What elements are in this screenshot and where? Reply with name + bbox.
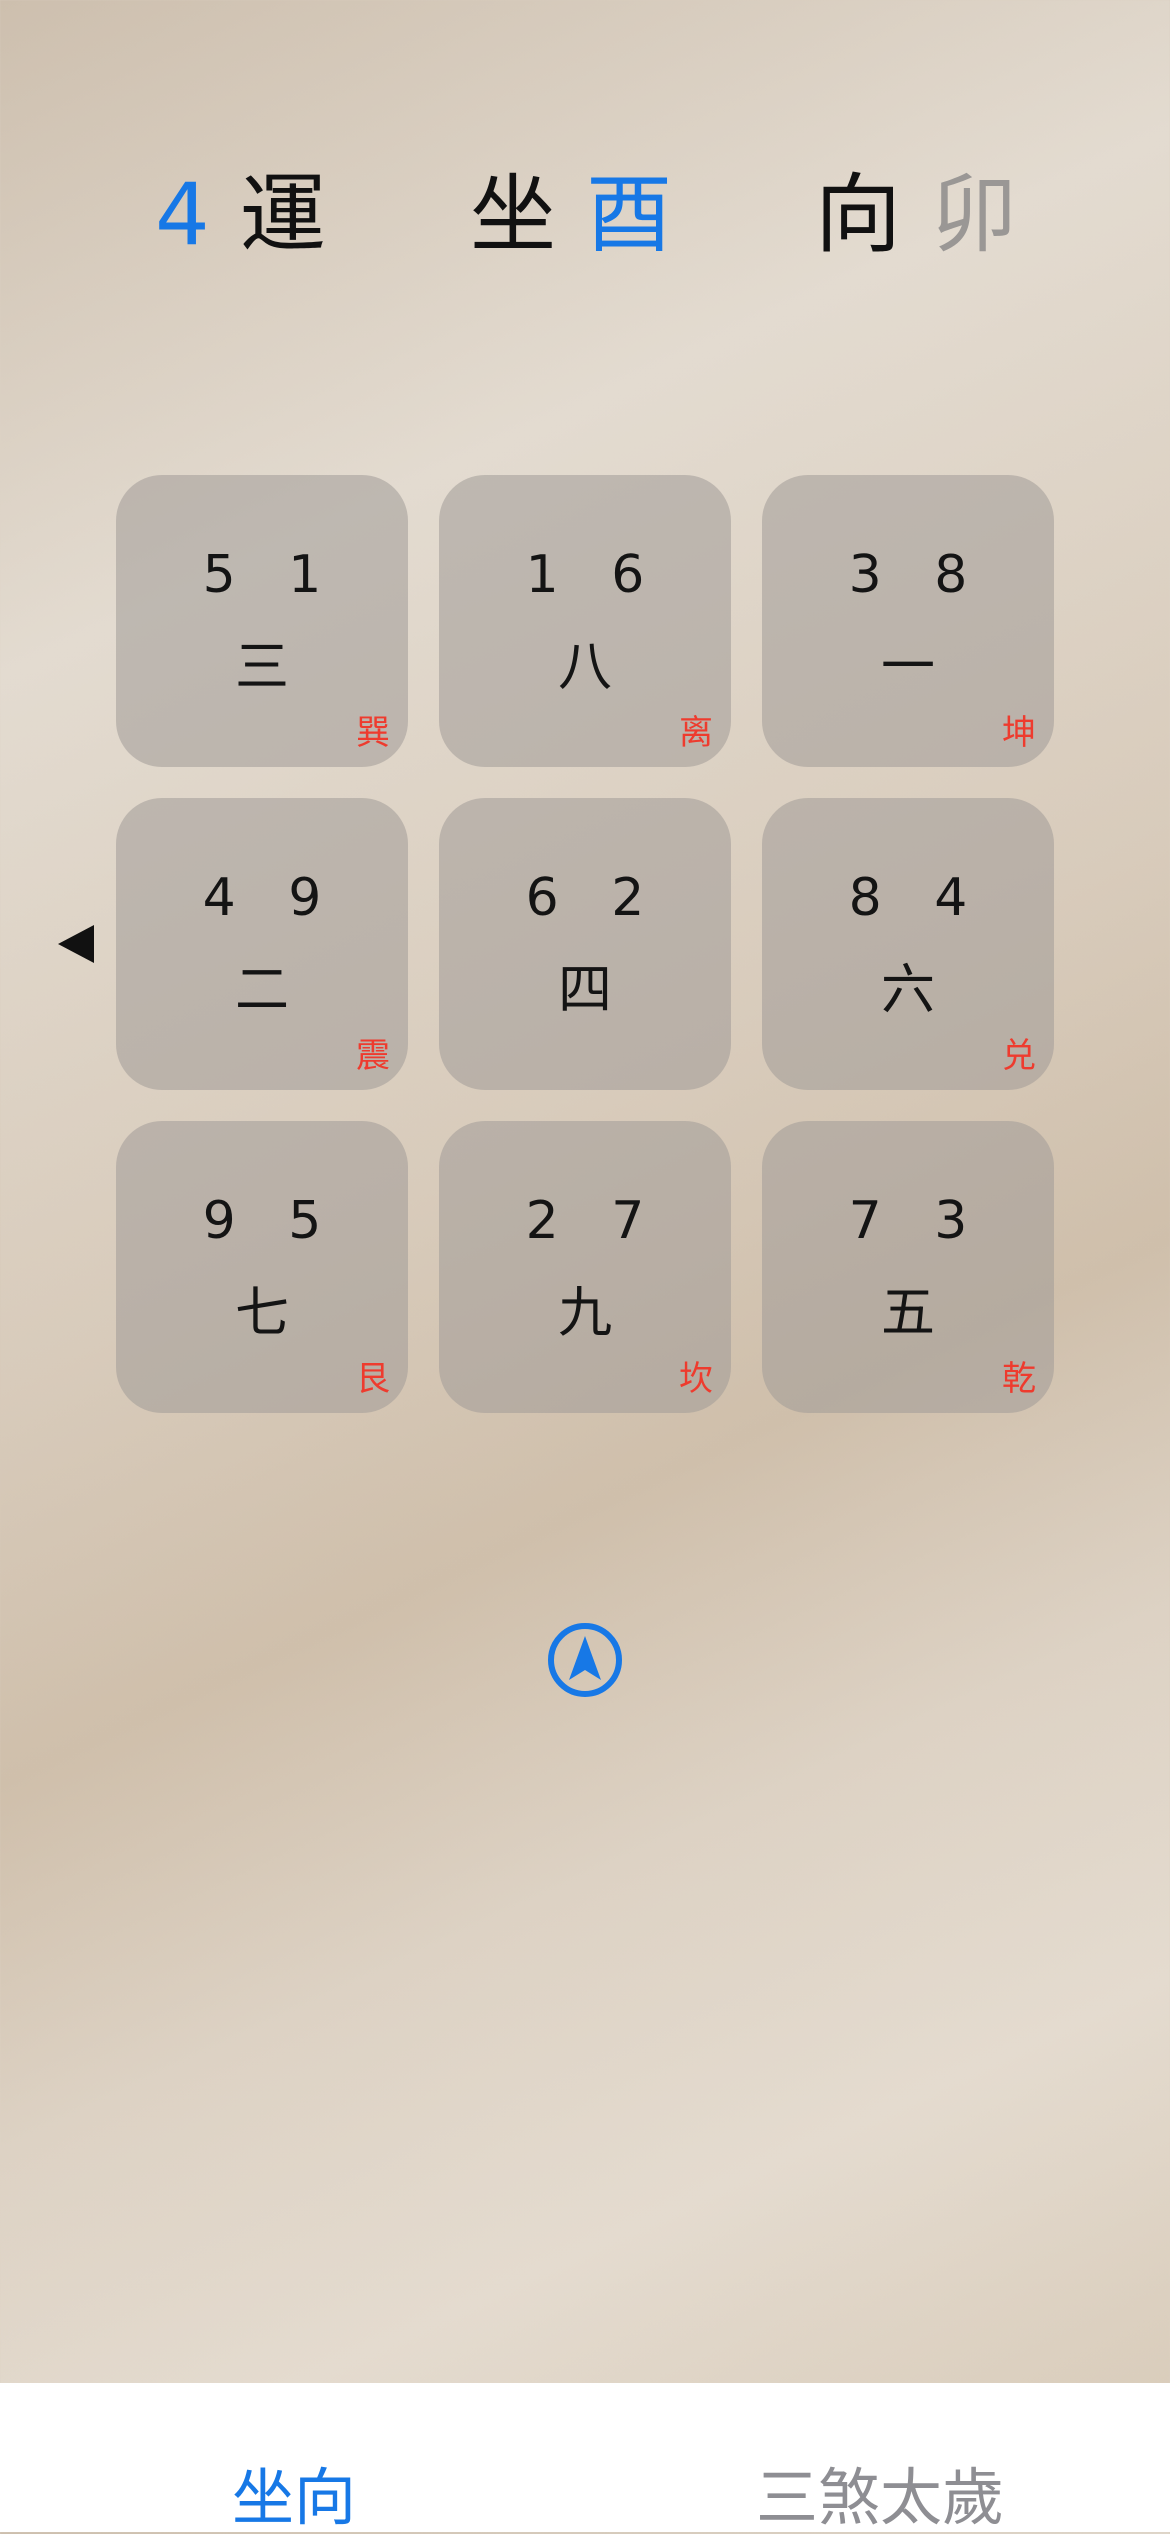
facing-label: 向	[815, 165, 901, 265]
mountain-water-stars: 9 5	[202, 1191, 340, 1251]
period-star: 六	[881, 958, 935, 1021]
mountain-water-stars: 3 8	[848, 545, 986, 605]
grid-cell-southwest[interactable]: 3 8 一 坤	[762, 475, 1054, 767]
grid-cell-northeast[interactable]: 9 5 七 艮	[116, 1121, 408, 1413]
sit-value: 酉	[586, 165, 672, 265]
period-star: 二	[235, 958, 289, 1021]
trigram-label: 艮	[356, 1359, 390, 1399]
period-star: 四	[558, 958, 612, 1021]
mountain-water-stars: 7 3	[848, 1191, 986, 1251]
trigram-label: 坤	[1002, 713, 1036, 753]
grid-cell-center[interactable]: 6 2 四	[439, 798, 731, 1090]
grid-cell-west[interactable]: 8 4 六 兑	[762, 798, 1054, 1090]
header: 4運 坐酉 向卯	[0, 155, 1170, 275]
mountain-water-stars: 6 2	[525, 868, 663, 928]
period-label: 運	[239, 165, 326, 265]
mountain-water-stars: 2 7	[525, 1191, 663, 1251]
mountain-water-stars: 1 6	[525, 545, 663, 605]
trigram-label: 巽	[356, 713, 390, 753]
period-star: 三	[235, 635, 289, 698]
grid-cell-northwest[interactable]: 7 3 五 乾	[762, 1121, 1054, 1413]
sitting-direction-display[interactable]: 坐酉	[470, 155, 672, 275]
location-arrow-circle-icon[interactable]	[547, 1622, 623, 1698]
mountain-water-stars: 4 9	[202, 868, 340, 928]
trigram-label: 坎	[679, 1359, 713, 1399]
facing-value: 卯	[931, 165, 1017, 265]
grid-cell-north[interactable]: 2 7 九 坎	[439, 1121, 731, 1413]
period-number: 4	[155, 165, 210, 265]
left-triangle-icon	[58, 925, 94, 963]
grid-cell-east[interactable]: 4 9 二 震	[116, 798, 408, 1090]
facing-direction-display[interactable]: 向卯	[815, 155, 1017, 275]
tab-three-killings-grand-duke[interactable]: 三煞太歲	[756, 2463, 1004, 2533]
mountain-water-stars: 5 1	[202, 545, 340, 605]
trigram-label: 乾	[1002, 1359, 1036, 1399]
flying-star-grid: 5 1 三 巽 1 6 八 离 3 8 一 坤 4 9 二 震 6 2 四 8 …	[116, 475, 1054, 1413]
grid-cell-southeast[interactable]: 5 1 三 巽	[116, 475, 408, 767]
period-star: 八	[558, 635, 612, 698]
trigram-label: 震	[356, 1036, 390, 1076]
tab-bar: 坐向 三煞太歲	[0, 2383, 1170, 2533]
period-display[interactable]: 4運	[155, 155, 326, 275]
trigram-label: 兑	[1002, 1036, 1036, 1076]
mountain-water-stars: 8 4	[848, 868, 986, 928]
sit-label: 坐	[470, 165, 556, 265]
period-star: 九	[558, 1281, 612, 1344]
trigram-label: 离	[679, 713, 713, 753]
period-star: 七	[235, 1281, 289, 1344]
grid-cell-south[interactable]: 1 6 八 离	[439, 475, 731, 767]
period-star: 五	[881, 1281, 935, 1344]
period-star: 一	[881, 635, 935, 698]
tab-sitting-facing[interactable]: 坐向	[232, 2463, 356, 2533]
